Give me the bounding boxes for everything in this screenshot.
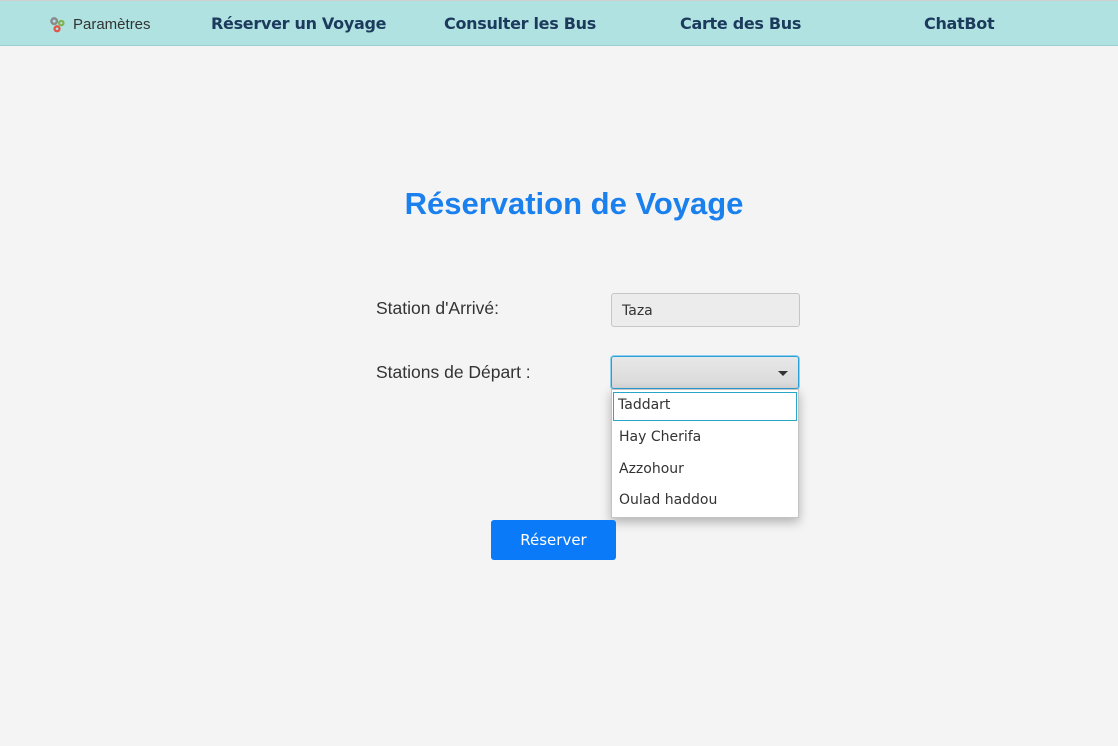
top-navigation-bar: Paramètres Réserver un Voyage Consulter … (0, 0, 1118, 46)
nav-reserve-trip[interactable]: Réserver un Voyage (211, 14, 386, 36)
departure-station-select[interactable] (611, 356, 799, 389)
nav-chatbot[interactable]: ChatBot (924, 14, 995, 36)
nav-view-buses[interactable]: Consulter les Bus (444, 14, 596, 36)
arrival-station-field[interactable]: Taza (611, 293, 800, 327)
dropdown-option[interactable]: Taddart (613, 392, 797, 421)
nav-bus-map[interactable]: Carte des Bus (680, 14, 801, 36)
departure-station-label: Stations de Départ : (376, 362, 531, 382)
chevron-down-icon[interactable] (778, 371, 788, 376)
dropdown-option[interactable]: Oulad haddou (612, 484, 798, 516)
departure-dropdown-list: Taddart Hay Cherifa Azzohour Oulad haddo… (611, 389, 799, 518)
settings-label: Paramètres (73, 15, 151, 33)
settings-menu[interactable]: Paramètres (48, 13, 151, 35)
arrival-station-label: Station d'Arrivé: (376, 298, 499, 318)
dropdown-option[interactable]: Hay Cherifa (612, 421, 798, 453)
gears-icon (48, 15, 67, 34)
page-title: Réservation de Voyage (404, 186, 744, 221)
reserve-button[interactable]: Réserver (491, 520, 616, 560)
dropdown-option[interactable]: Azzohour (612, 453, 798, 485)
